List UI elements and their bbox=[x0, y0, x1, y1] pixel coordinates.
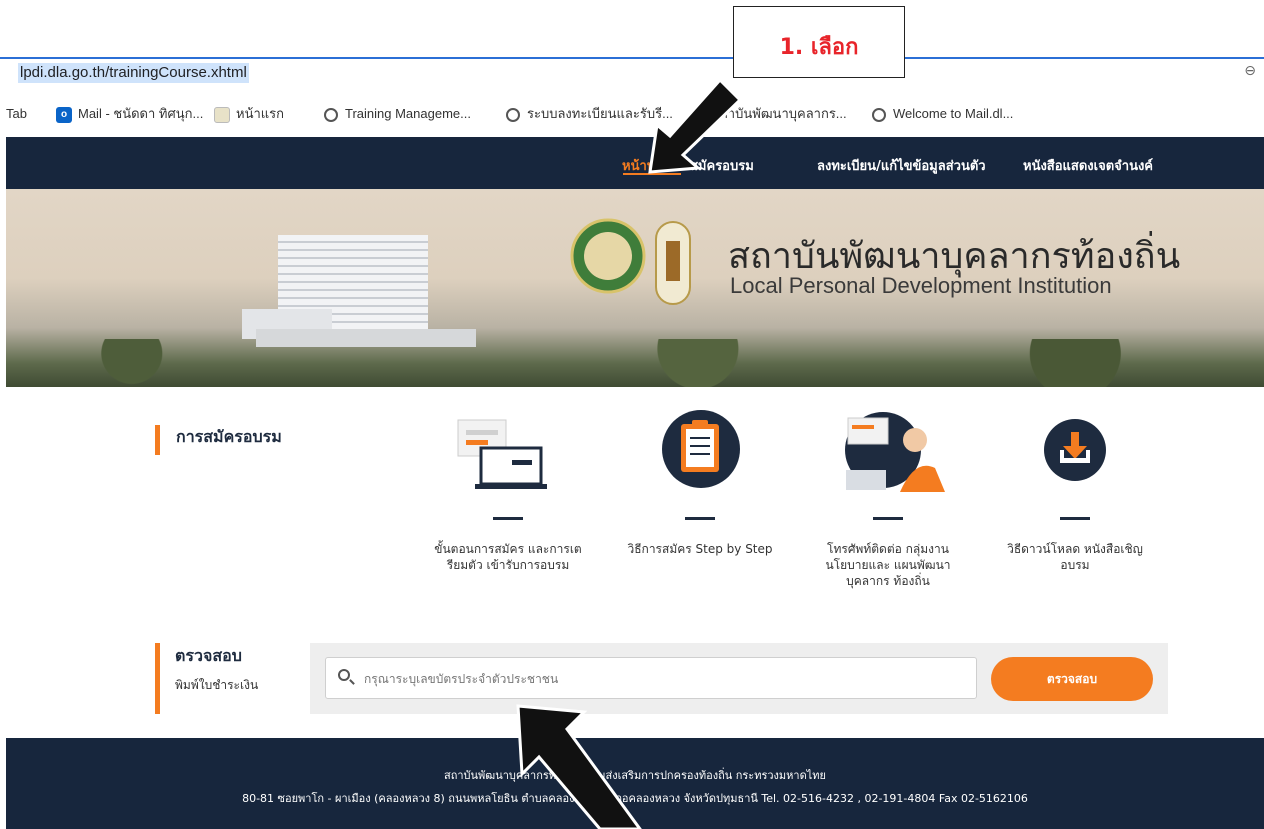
annotation-arrow-down bbox=[648, 77, 743, 174]
annotation-arrows bbox=[516, 77, 743, 829]
annotation-arrow-up bbox=[516, 704, 642, 829]
